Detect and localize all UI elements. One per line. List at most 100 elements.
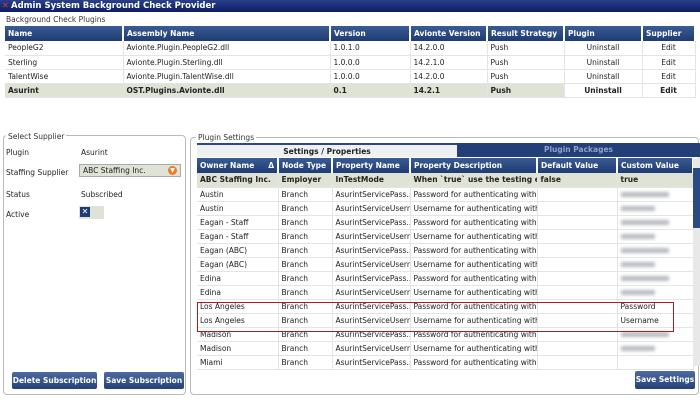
settings-row[interactable]: Eagan - StaffBranchAsurintServiceUsern..…: [197, 229, 694, 244]
scrollbar-thumb[interactable]: [693, 168, 700, 228]
cell-name: Asurint: [5, 83, 124, 98]
cell-custom[interactable]: [617, 257, 694, 272]
cell-desc: Password for authenticating with...: [410, 271, 538, 286]
cell-desc: Username for authenticating with...: [410, 257, 538, 272]
settings-row[interactable]: Eagan (ABC) Branch AsurintServicePass... Pa…: [197, 243, 694, 258]
edit-link[interactable]: Edit: [642, 83, 696, 98]
cell-node: Branch: [278, 187, 333, 202]
highlight-box: [197, 302, 674, 332]
cell-owner: Eagan (ABC): [197, 257, 279, 272]
settings-row[interactable]: Miami Branch AsurintServicePass... Password…: [197, 355, 694, 370]
cell-custom[interactable]: [617, 285, 694, 300]
cell-node: Branch: [278, 215, 333, 230]
cell-avionte_version: 14.2.1: [410, 83, 488, 98]
plugin-row[interactable]: Sterling Avionte.Plugin.Sterling.dll 1.0.0…: [5, 55, 696, 70]
cell-default: [537, 215, 618, 230]
redacted-value: [620, 346, 655, 351]
plugin-row[interactable]: PeopleG2 Avionte.Plugin.PeopleG2.dll 1.0.1…: [5, 41, 696, 56]
cell-desc: Username for authenticating with...: [410, 285, 538, 300]
cell-strategy: Push: [487, 55, 565, 70]
cell-prop: InTestMode: [332, 173, 411, 188]
active-checkbox[interactable]: ✕: [79, 206, 104, 219]
settings-row[interactable]: EdinaBranchAsurintServiceUsern...Usernam…: [197, 285, 694, 300]
cell-name: Sterling: [5, 55, 124, 70]
cell-owner: ABC Staffing Inc.: [197, 173, 279, 188]
settings-row[interactable]: Eagan - Staff Branch AsurintServicePass...…: [197, 215, 694, 230]
save-subscription-button[interactable]: Save Subscription: [104, 372, 184, 389]
cell-name: TalentWise: [5, 69, 124, 84]
cell-owner: Austin: [197, 187, 279, 202]
cell-custom[interactable]: [617, 187, 694, 202]
cell-desc: Username for authenticating with...: [410, 201, 538, 216]
sort-ascending-icon: Δ: [268, 161, 274, 170]
column-header[interactable]: Owner Name Δ: [197, 158, 279, 173]
chevron-down-icon[interactable]: ▼: [168, 166, 177, 175]
save-settings-button[interactable]: Save Settings: [635, 371, 695, 389]
plugin-value: Asurint: [81, 148, 108, 157]
column-header[interactable]: Avionte Version: [410, 26, 488, 41]
column-header[interactable]: Default Value: [537, 158, 618, 173]
cell-custom[interactable]: [617, 215, 694, 230]
cell-custom[interactable]: [617, 355, 694, 370]
tab-settings-properties[interactable]: Settings / Properties: [197, 143, 457, 157]
settings-row[interactable]: Eagan (ABC)BranchAsurintServiceUsern...U…: [197, 257, 694, 272]
uninstall-link[interactable]: Uninstall: [564, 83, 643, 98]
cell-node: Employer: [278, 173, 333, 188]
settings-row[interactable]: AustinBranchAsurintServiceUsern...Userna…: [197, 201, 694, 216]
cell-prop: AsurintServiceUsern...: [332, 341, 411, 356]
column-header[interactable]: Name: [5, 26, 124, 41]
column-header[interactable]: Supplier: [642, 26, 696, 41]
column-header[interactable]: Version: [330, 26, 411, 41]
cell-custom[interactable]: true: [617, 173, 694, 188]
cell-node: Branch: [278, 201, 333, 216]
settings-row[interactable]: ABC Staffing Inc. Employer InTestMode When …: [197, 173, 694, 188]
settings-scrollbar[interactable]: [693, 158, 700, 366]
settings-row[interactable]: MadisonBranchAsurintServiceUsern...Usern…: [197, 341, 694, 356]
column-header[interactable]: Custom Value: [617, 158, 694, 173]
cell-custom[interactable]: [617, 341, 694, 356]
cell-version: 1.0.1.0: [330, 41, 411, 56]
settings-row[interactable]: Edina Branch AsurintServicePass... Password…: [197, 271, 694, 286]
cell-default: false: [537, 173, 618, 188]
delete-subscription-button[interactable]: Delete Subscription: [12, 372, 97, 389]
column-header[interactable]: Property Name: [332, 158, 411, 173]
redacted-value: [620, 262, 655, 267]
cell-strategy: Push: [487, 69, 565, 84]
edit-link[interactable]: Edit: [642, 55, 696, 70]
uninstall-link[interactable]: Uninstall: [564, 69, 643, 84]
cell-node: Branch: [278, 271, 333, 286]
cell-custom[interactable]: [617, 243, 694, 258]
settings-row[interactable]: Austin Branch AsurintServicePass... Passwor…: [197, 187, 694, 202]
cell-prop: AsurintServicePass...: [332, 271, 411, 286]
column-header[interactable]: Node Type: [278, 158, 333, 173]
cell-custom[interactable]: [617, 271, 694, 286]
cell-assembly: OST.Plugins.Avionte.dll: [123, 83, 331, 98]
plugin-row[interactable]: TalentWise Avionte.Plugin.TalentWise.dll 1…: [5, 69, 696, 84]
checkmark-icon: ✕: [80, 207, 90, 217]
column-header[interactable]: Assembly Name: [123, 26, 331, 41]
column-header[interactable]: Property Description: [410, 158, 538, 173]
column-header[interactable]: Result Strategy: [487, 26, 565, 41]
select-supplier-label: Select Supplier: [6, 132, 67, 141]
uninstall-link[interactable]: Uninstall: [564, 55, 643, 70]
staffing-supplier-dropdown[interactable]: ABC Staffing Inc. ▼: [79, 164, 181, 177]
redacted-value: [620, 220, 669, 225]
plugin-row[interactable]: Asurint OST.Plugins.Avionte.dll 0.1 14.2.1 P…: [5, 83, 696, 98]
cell-default: [537, 243, 618, 258]
plugin-settings-label: Plugin Settings: [196, 133, 257, 142]
status-label: Status: [6, 190, 30, 199]
cell-custom[interactable]: [617, 229, 694, 244]
column-header[interactable]: Plugin: [564, 26, 643, 41]
cell-desc: Password for authenticating with...: [410, 215, 538, 230]
redacted-value: [620, 192, 669, 197]
tab-plugin-packages[interactable]: Plugin Packages: [457, 143, 700, 157]
cell-avionte_version: 14.2.0.0: [410, 69, 488, 84]
settings-table: Owner Name Δ Node Type Property Name Propert…: [197, 158, 694, 370]
cell-avionte_version: 14.2.1.0: [410, 55, 488, 70]
cell-owner: Edina: [197, 271, 279, 286]
edit-link[interactable]: Edit: [642, 69, 696, 84]
title-bar: ✕ Admin System Background Check Provider: [0, 0, 700, 12]
uninstall-link[interactable]: Uninstall: [564, 41, 643, 56]
edit-link[interactable]: Edit: [642, 41, 696, 56]
cell-custom[interactable]: [617, 201, 694, 216]
